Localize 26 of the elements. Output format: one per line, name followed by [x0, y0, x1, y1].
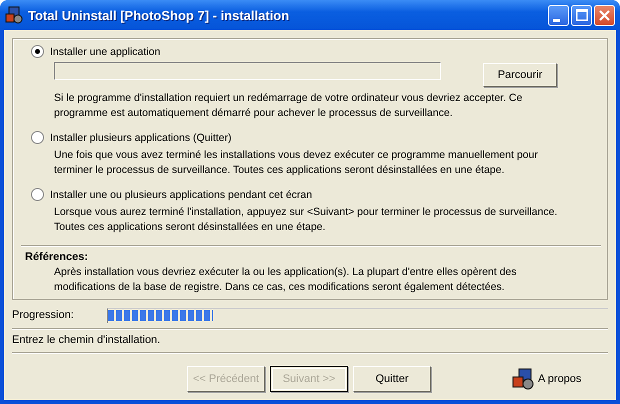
option-label[interactable]: Installer plusieurs applications (Quitter) — [50, 132, 232, 144]
option-description: Lorsque vous aurez terminé l'installation, appuyez sur <Suivant> pour terminer le processus de surveillance. Toutes ces applications seront désinstallées en une étape. — [54, 205, 558, 235]
radio-button[interactable] — [31, 188, 44, 201]
references-text: Après installation vous devriez exécuter la ou les application(s). La plupart d'entre elles opèrent des modifications de la base de registre. Dans ce cas, ces modifications seront également détectées. — [54, 265, 518, 295]
installer-icon — [512, 368, 534, 390]
about-button[interactable]: A propos — [506, 367, 588, 391]
option-description: Si le programme d'installation requiert un redémarrage de votre ordinateur vous devriez accepter. Ce programme est automatiquement démarré pour achever le processus de surveillance. — [54, 91, 524, 121]
maximize-icon — [576, 9, 588, 21]
minimize-icon — [552, 18, 560, 22]
maximize-button[interactable] — [571, 4, 592, 26]
option-description: Une fois que vous avez terminé les installations vous devez exécuter ce programme manuellement pour terminer le processus de surveillance. Toutes ces applications seront désinstallées en une étape. — [54, 148, 539, 178]
browse-button[interactable]: Parcourir — [483, 63, 557, 87]
progress-label: Progression: — [12, 309, 75, 321]
radio-button[interactable] — [31, 131, 44, 144]
references-heading: Références: — [25, 251, 89, 263]
minimize-button[interactable] — [548, 4, 569, 26]
path-field[interactable] — [54, 62, 441, 80]
status-text: Entrez le chemin d'installation. — [12, 334, 162, 348]
close-button[interactable] — [594, 4, 615, 26]
nav-button[interactable]: Quitter — [353, 366, 431, 392]
close-icon — [599, 10, 610, 20]
installer-icon — [5, 6, 23, 24]
option-label[interactable]: Installer une application — [50, 46, 160, 58]
option-label[interactable]: Installer une ou plusieurs applications pendant cet écran — [50, 188, 312, 200]
radio-button[interactable] — [31, 45, 44, 58]
window-title: Total Uninstall [PhotoShop 7] - installation — [28, 8, 290, 22]
